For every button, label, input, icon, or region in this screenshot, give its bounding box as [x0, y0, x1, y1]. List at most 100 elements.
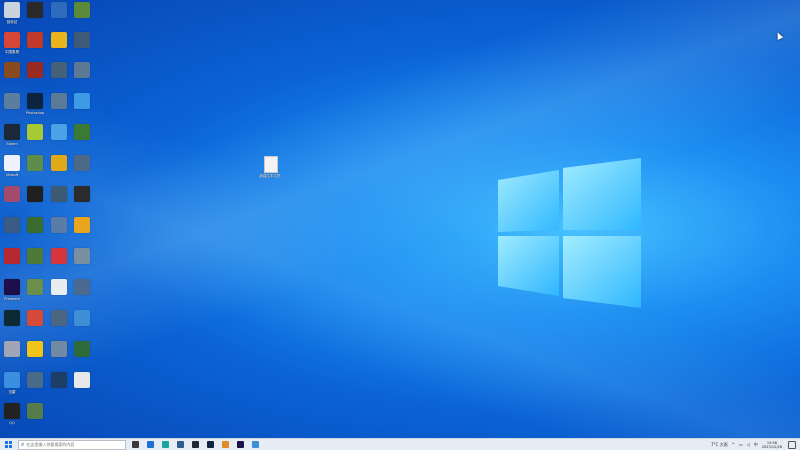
app-icon — [74, 32, 90, 48]
app-icon — [27, 248, 43, 264]
taskbar-app-task-view[interactable] — [129, 440, 141, 450]
desktop-app-icon[interactable] — [23, 248, 47, 279]
app-icon — [74, 155, 90, 171]
desktop[interactable]: 回收站 中国象棋 Steam Ubisoft Premiere 迅雷 QQ Photoshop… — [0, 0, 800, 438]
app-icon — [4, 248, 20, 264]
desktop-app-icon[interactable] — [70, 155, 94, 186]
taskbar-app-app-e[interactable] — [234, 440, 246, 450]
chevron-up-icon[interactable]: ^ — [732, 442, 735, 447]
app-label — [68, 20, 96, 32]
app-d-icon — [221, 441, 229, 448]
taskbar-app-app-d[interactable] — [219, 440, 231, 450]
desktop-app-icon[interactable] — [23, 372, 47, 403]
text-file-icon[interactable]: 新建文本文档 — [258, 156, 282, 188]
taskbar: ⌕ 7°C 大雨 ^ ▭ ◁ 中 15:58 2023/12/26 — [0, 438, 800, 450]
document-icon — [264, 156, 278, 173]
weather-widget[interactable]: 7°C 大雨 — [711, 442, 728, 448]
app-icon — [4, 341, 20, 357]
desktop-app-icon[interactable] — [70, 372, 94, 403]
app-icon — [27, 341, 43, 357]
app-label — [68, 235, 96, 247]
app-icon — [74, 186, 90, 202]
desktop-app-icon[interactable] — [70, 217, 94, 248]
search-box[interactable]: ⌕ — [18, 439, 126, 450]
taskbar-app-app-a[interactable] — [174, 440, 186, 450]
desktop-app-icon[interactable] — [70, 186, 94, 217]
desktop-app-icon[interactable] — [23, 124, 47, 155]
desktop-app-icon[interactable] — [70, 32, 94, 63]
app-icon — [51, 372, 67, 388]
desktop-app-icon[interactable] — [23, 341, 47, 372]
app-icon — [74, 310, 90, 326]
app-icon — [51, 310, 67, 326]
desktop-app-icon[interactable] — [23, 279, 47, 310]
volume-icon[interactable]: ◁ — [747, 442, 750, 447]
search-input[interactable] — [26, 442, 117, 447]
clock[interactable]: 15:58 2023/12/26 — [762, 441, 782, 449]
app-label — [68, 173, 96, 185]
desktop-app-icon[interactable] — [70, 2, 94, 33]
app-label — [68, 390, 96, 402]
app-icon — [51, 124, 67, 140]
app-icon — [27, 124, 43, 140]
start-button[interactable] — [0, 439, 16, 451]
app-icon — [4, 2, 20, 18]
app-icon — [51, 2, 67, 18]
app-icon — [4, 93, 20, 109]
desktop-app-icon[interactable] — [23, 310, 47, 341]
desktop-app-icon[interactable] — [70, 341, 94, 372]
app-label — [68, 359, 96, 371]
desktop-app-icon[interactable] — [70, 93, 94, 124]
app-icon — [4, 310, 20, 326]
app-label — [68, 266, 96, 278]
windows-logo — [498, 158, 641, 308]
app-icon — [74, 2, 90, 18]
app-icon — [51, 155, 67, 171]
app-icon — [27, 93, 43, 109]
notification-icon[interactable] — [788, 440, 796, 449]
app-icon — [74, 279, 90, 295]
taskbar-app-app-f[interactable] — [249, 440, 261, 450]
desktop-app-icon[interactable] — [70, 62, 94, 93]
desktop-app-icon[interactable] — [70, 279, 94, 310]
app-c-icon — [206, 441, 214, 448]
app-icon — [74, 372, 90, 388]
app-icon — [74, 93, 90, 109]
app-icon — [51, 186, 67, 202]
app-icon — [4, 155, 20, 171]
desktop-app-icon[interactable] — [23, 62, 47, 93]
app-icon — [27, 32, 43, 48]
app-icon — [74, 248, 90, 264]
app-icon — [27, 372, 43, 388]
desktop-app-icon[interactable] — [23, 155, 47, 186]
desktop-app-icon[interactable] — [70, 310, 94, 341]
desktop-app-icon[interactable] — [70, 248, 94, 279]
desktop-app-icon[interactable] — [23, 186, 47, 217]
desktop-app-icon[interactable] — [23, 32, 47, 63]
edge-icon — [161, 441, 169, 448]
app-icon — [27, 310, 43, 326]
desktop-app-icon[interactable] — [23, 2, 47, 33]
app-icon — [4, 32, 20, 48]
app-icon — [4, 217, 20, 233]
taskbar-app-explorer[interactable] — [144, 440, 156, 450]
desktop-app-icon[interactable] — [23, 217, 47, 248]
app-b-icon — [191, 441, 199, 448]
app-icon — [51, 93, 67, 109]
desktop-app-icon[interactable] — [70, 124, 94, 155]
app-icon — [27, 2, 43, 18]
network-icon[interactable]: ▭ — [739, 442, 743, 447]
taskbar-app-app-c[interactable] — [204, 440, 216, 450]
language-indicator[interactable]: 中 — [754, 442, 758, 448]
app-icon — [27, 62, 43, 78]
system-tray: 7°C 大雨 ^ ▭ ◁ 中 15:58 2023/12/26 — [711, 439, 800, 451]
app-icon — [51, 279, 67, 295]
app-icon — [4, 372, 20, 388]
app-icon — [27, 403, 43, 419]
windows-icon — [4, 441, 12, 448]
taskbar-app-app-b[interactable] — [189, 440, 201, 450]
taskbar-app-edge[interactable] — [159, 440, 171, 450]
app-icon — [27, 155, 43, 171]
desktop-app-icon[interactable]: Photoshop — [23, 93, 47, 124]
desktop-app-icon[interactable] — [23, 403, 47, 434]
